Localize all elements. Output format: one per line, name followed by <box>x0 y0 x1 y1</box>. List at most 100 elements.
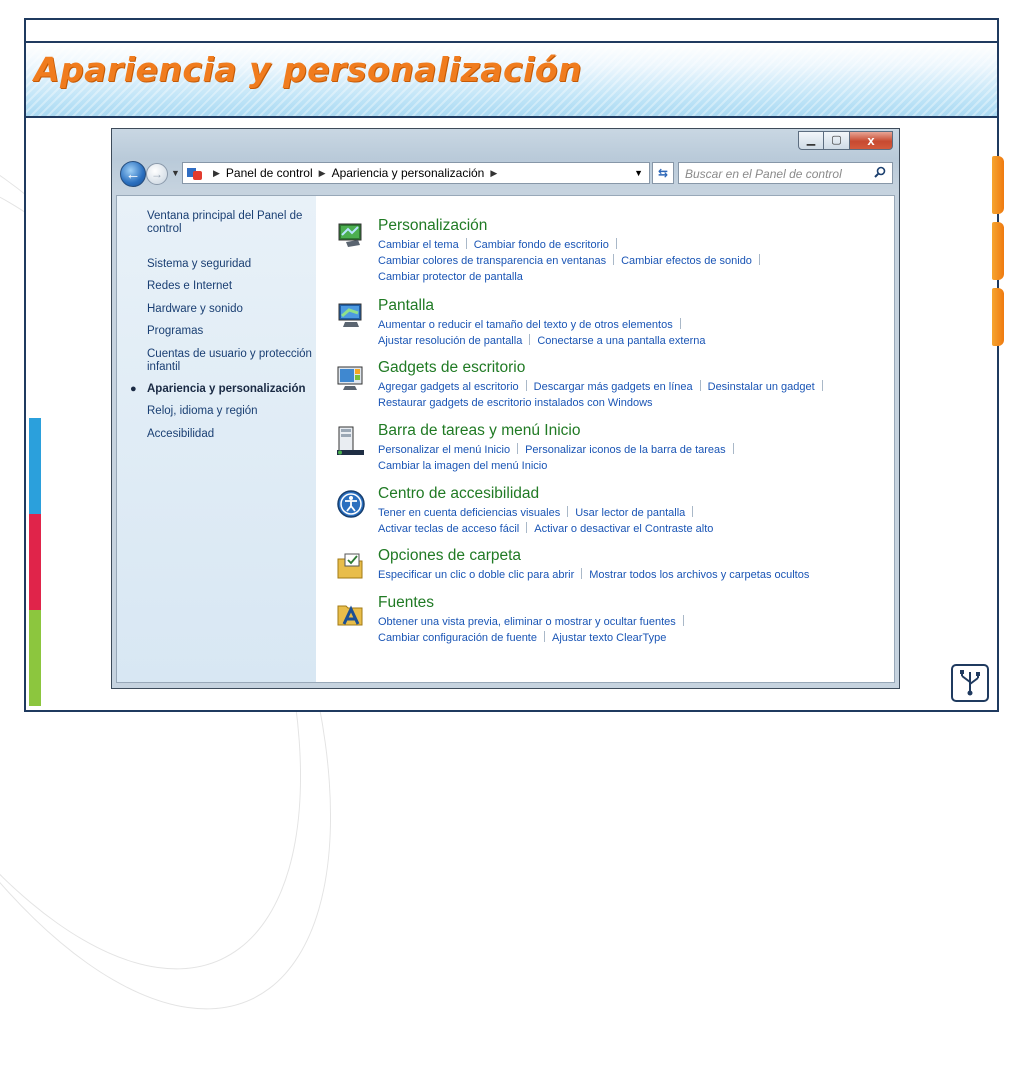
link-text-size[interactable]: Aumentar o reducir el tamaño del texto y… <box>378 319 673 331</box>
navigation-bar: ← → ▼ ▶ Panel de control ▶ Apariencia y … <box>118 161 893 187</box>
minimize-button[interactable]: ▁ <box>798 131 824 150</box>
category-title[interactable]: Fuentes <box>378 594 434 612</box>
back-arrow-icon: ← <box>125 165 141 183</box>
sidebar-item-programs[interactable]: Programas <box>147 325 312 338</box>
refresh-icon: ⇆ <box>657 166 669 180</box>
maximize-button[interactable]: ▢ <box>824 131 850 150</box>
category-links: Personalizar el menú Inicio Personalizar … <box>378 443 741 457</box>
link-customize-taskbar-icons[interactable]: Personalizar iconos de la barra de tarea… <box>525 444 726 456</box>
link-change-theme[interactable]: Cambiar el tema <box>378 239 459 251</box>
recent-pages-dropdown[interactable]: ▼ <box>171 168 180 178</box>
control-panel-icon <box>187 166 203 180</box>
category-links: Agregar gadgets al escritorio Descargar m… <box>378 380 830 394</box>
search-input[interactable]: Buscar en el Panel de control <box>678 162 893 184</box>
fonts-icon[interactable] <box>336 598 366 628</box>
category-title[interactable]: Pantalla <box>378 297 434 315</box>
maximize-icon: ▢ <box>831 134 842 146</box>
taskbar-icon[interactable] <box>336 426 366 456</box>
link-screen-resolution[interactable]: Ajustar resolución de pantalla <box>378 335 522 347</box>
decor-tab-orange <box>992 222 1004 280</box>
link-single-double-click[interactable]: Especificar un clic o doble clic para ab… <box>378 569 574 581</box>
breadcrumb-arrow-icon[interactable]: ▶ <box>319 168 326 179</box>
personalization-icon[interactable] <box>336 221 366 251</box>
category-links: Restaurar gadgets de escritorio instalad… <box>378 396 653 410</box>
link-high-contrast[interactable]: Activar o desactivar el Contraste alto <box>534 523 713 535</box>
link-change-sound-effects[interactable]: Cambiar efectos de sonido <box>621 255 752 267</box>
link-screen-reader[interactable]: Usar lector de pantalla <box>575 507 685 519</box>
category-links: Aumentar o reducir el tamaño del texto y… <box>378 318 688 332</box>
category-title[interactable]: Centro de accesibilidad <box>378 485 539 503</box>
category-links: Cambiar configuración de fuente Ajustar t… <box>378 631 666 645</box>
link-change-screen-saver[interactable]: Cambiar protector de pantalla <box>378 271 523 283</box>
forward-arrow-icon: → <box>151 167 163 181</box>
sidebar-item-hardware-sound[interactable]: Hardware y sonido <box>147 303 312 316</box>
minimize-icon: ▁ <box>806 134 816 146</box>
link-font-settings[interactable]: Cambiar configuración de fuente <box>378 632 537 644</box>
link-show-hidden-files[interactable]: Mostrar todos los archivos y carpetas oc… <box>589 569 809 581</box>
sidebar: Ventana principal del Panel de control S… <box>117 196 316 682</box>
category-links: Cambiar la imagen del menú Inicio <box>378 459 547 473</box>
sidebar-item-control-panel-home[interactable]: Ventana principal del Panel de control <box>147 210 312 236</box>
category-links: Cambiar el tema Cambiar fondo de escritor… <box>378 238 624 252</box>
content-area: Ventana principal del Panel de control S… <box>116 195 895 683</box>
control-panel-window: ▁ ▢ x ← → ▼ ▶ Panel de control ▶ Aparien… <box>111 128 900 689</box>
sidebar-item-system-security[interactable]: Sistema y seguridad <box>147 258 312 271</box>
main-panel: Personalización Cambiar el tema Cambiar f… <box>316 196 894 682</box>
category-title[interactable]: Barra de tareas y menú Inicio <box>378 422 580 440</box>
back-button[interactable]: ← <box>120 161 146 187</box>
gadgets-icon[interactable] <box>336 363 366 393</box>
category-title[interactable]: Gadgets de escritorio <box>378 359 525 377</box>
display-icon[interactable] <box>336 301 366 331</box>
decor-bar-blue <box>29 418 41 514</box>
active-bullet-icon: ● <box>130 383 137 395</box>
folder-options-icon[interactable] <box>336 551 366 581</box>
title-band-rule <box>26 116 997 118</box>
link-visual-impairments[interactable]: Tener en cuenta deficiencias visuales <box>378 507 560 519</box>
breadcrumb-appearance[interactable]: Apariencia y personalización <box>332 166 485 180</box>
link-cleartype[interactable]: Ajustar texto ClearType <box>552 632 666 644</box>
refresh-button[interactable]: ⇆ <box>652 162 674 184</box>
link-easy-access-keys[interactable]: Activar teclas de acceso fácil <box>378 523 519 535</box>
decor-tab-orange <box>992 156 1004 214</box>
search-icon[interactable] <box>874 166 886 178</box>
category-links: Especificar un clic o doble clic para ab… <box>378 568 809 582</box>
accessibility-icon[interactable] <box>336 489 366 519</box>
category-links: Ajustar resolución de pantalla Conectarse… <box>378 334 705 348</box>
category-title[interactable]: Personalización <box>378 217 487 235</box>
breadcrumb-arrow-icon[interactable]: ▶ <box>213 168 220 179</box>
link-preview-fonts[interactable]: Obtener una vista previa, eliminar o mos… <box>378 616 676 628</box>
category-links: Activar teclas de acceso fácil Activar o … <box>378 522 713 536</box>
link-change-transparency-colors[interactable]: Cambiar colores de transparencia en vent… <box>378 255 606 267</box>
sidebar-item-user-accounts[interactable]: Cuentas de usuario y protección infantil <box>147 348 312 374</box>
window-controls: ▁ ▢ x <box>798 131 893 151</box>
link-external-display[interactable]: Conectarse a una pantalla externa <box>537 335 705 347</box>
link-customize-start-menu[interactable]: Personalizar el menú Inicio <box>378 444 510 456</box>
sidebar-item-label: Apariencia y personalización <box>147 383 306 395</box>
sidebar-item-appearance[interactable]: ● Apariencia y personalización <box>130 383 312 396</box>
decor-bar-green <box>29 610 41 706</box>
sidebar-item-clock-language[interactable]: Reloj, idioma y región <box>147 405 312 418</box>
category-title[interactable]: Opciones de carpeta <box>378 547 521 565</box>
sidebar-item-network-internet[interactable]: Redes e Internet <box>147 280 312 293</box>
search-placeholder: Buscar en el Panel de control <box>685 167 842 181</box>
link-download-gadgets[interactable]: Descargar más gadgets en línea <box>534 381 693 393</box>
forward-button[interactable]: → <box>146 163 168 185</box>
breadcrumb-arrow-icon[interactable]: ▶ <box>490 168 497 179</box>
category-links: Tener en cuenta deficiencias visuales Usa… <box>378 506 700 520</box>
link-uninstall-gadget[interactable]: Desinstalar un gadget <box>708 381 815 393</box>
breadcrumb-control-panel[interactable]: Panel de control <box>226 166 313 180</box>
category-links: Obtener una vista previa, eliminar o mos… <box>378 615 691 629</box>
link-change-start-menu-picture[interactable]: Cambiar la imagen del menú Inicio <box>378 460 547 472</box>
link-restore-gadgets[interactable]: Restaurar gadgets de escritorio instalad… <box>378 397 653 409</box>
address-bar[interactable]: ▶ Panel de control ▶ Apariencia y person… <box>182 162 650 184</box>
decor-bar-red <box>29 514 41 610</box>
close-button[interactable]: x <box>850 131 893 150</box>
link-change-desktop-background[interactable]: Cambiar fondo de escritorio <box>474 239 609 251</box>
category-links: Cambiar colores de transparencia en vent… <box>378 254 767 268</box>
category-links: Cambiar protector de pantalla <box>378 270 523 284</box>
link-add-gadgets[interactable]: Agregar gadgets al escritorio <box>378 381 519 393</box>
network-logo-icon <box>951 664 989 702</box>
sidebar-item-accessibility[interactable]: Accesibilidad <box>147 428 312 441</box>
close-icon: x <box>867 133 875 148</box>
address-dropdown-icon[interactable]: ▼ <box>634 168 643 178</box>
